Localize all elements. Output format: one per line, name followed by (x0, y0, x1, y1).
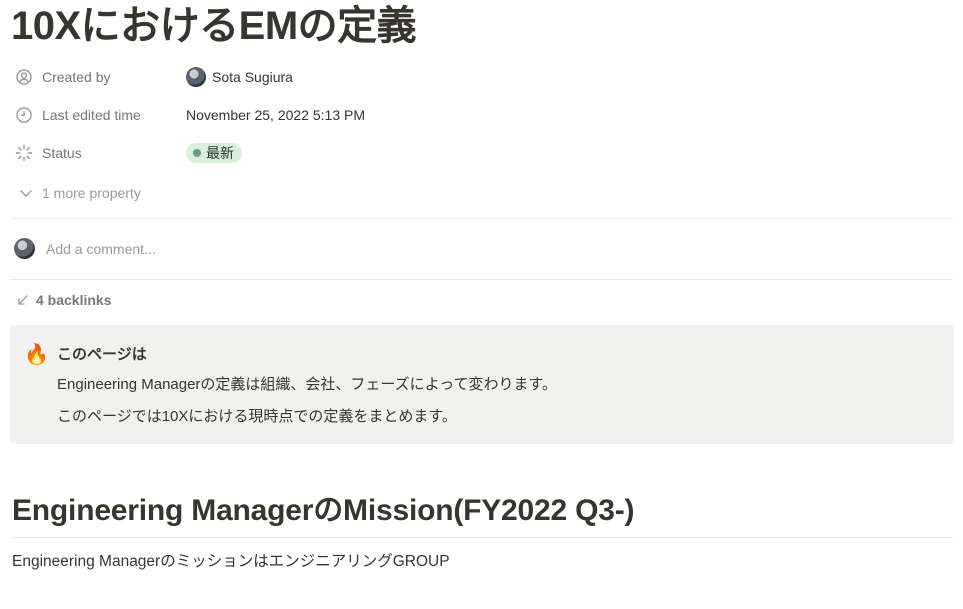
clock-icon (14, 105, 34, 125)
more-properties-label: 1 more property (42, 185, 141, 201)
property-row-created-by[interactable]: Created by Sota Sugiura (14, 64, 293, 90)
comment-input[interactable]: Add a comment... (46, 241, 156, 257)
page-title[interactable]: 10XにおけるEMの定義 (11, 3, 417, 49)
status-dot-icon (193, 149, 201, 157)
user-circle-icon (14, 67, 34, 87)
chevron-down-icon (16, 183, 36, 203)
property-row-last-edited[interactable]: Last edited time November 25, 2022 5:13 … (14, 102, 365, 128)
divider (11, 218, 953, 219)
divider (11, 279, 953, 280)
paragraph[interactable]: Engineering ManagerのミッションはエンジニアリングGROUP (12, 550, 952, 574)
callout-text: このページでは10Xにおける現時点での定義をまとめます。 (57, 408, 457, 425)
avatar (186, 67, 206, 87)
last-edited-value: November 25, 2022 5:13 PM (186, 107, 365, 123)
property-label: Status (42, 145, 82, 161)
backlinks-label: 4 backlinks (36, 292, 112, 308)
comment-row[interactable]: Add a comment... (14, 238, 156, 259)
avatar (14, 238, 35, 259)
property-row-status[interactable]: Status 最新 (14, 140, 242, 166)
section-heading[interactable]: Engineering ManagerのMission(FY2022 Q3-) (12, 485, 635, 529)
notion-page: 10XにおけるEMの定義 Created by Sota Sugiura Las… (0, 0, 963, 609)
callout-title: このページは (57, 346, 147, 363)
status-spinner-icon (14, 143, 34, 163)
property-label: Last edited time (42, 107, 141, 123)
callout-text: Engineering Managerの定義は組織、会社、フェーズによって変わり… (57, 376, 557, 393)
backlinks-toggle[interactable]: 4 backlinks (16, 292, 112, 308)
callout-block[interactable]: 🔥 このページは Engineering Managerの定義は組織、会社、フェ… (10, 325, 954, 444)
heading-divider (11, 537, 953, 538)
fire-icon[interactable]: 🔥 (24, 342, 49, 367)
status-badge[interactable]: 最新 (186, 143, 242, 163)
property-label: Created by (42, 69, 111, 85)
created-by-value: Sota Sugiura (212, 69, 293, 85)
arrow-down-left-icon (16, 293, 30, 307)
more-properties-toggle[interactable]: 1 more property (16, 183, 141, 203)
